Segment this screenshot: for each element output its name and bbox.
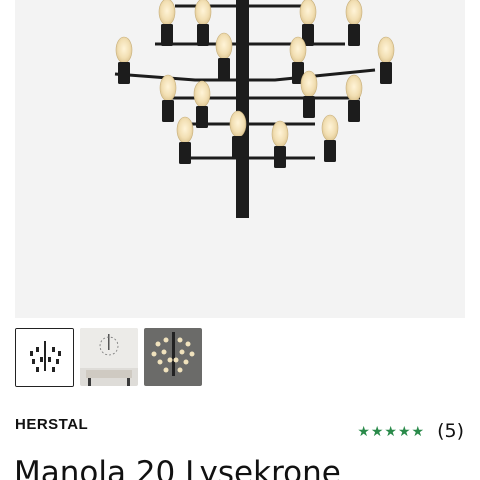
bulb-9 [193, 80, 211, 108]
thumbnail-3[interactable] [144, 328, 202, 386]
bulb-8 [159, 74, 177, 102]
product-rating[interactable]: ★★★★★ (5) [357, 420, 464, 442]
socket-10 [303, 96, 315, 118]
product-brand[interactable]: HERSTAL [15, 416, 88, 433]
socket-14 [274, 146, 286, 168]
bulb-4 [115, 36, 133, 64]
bulb-12 [176, 116, 194, 144]
socket-1 [197, 24, 209, 46]
socket-3 [348, 24, 360, 46]
socket-12 [179, 142, 191, 164]
bulb-6 [289, 36, 307, 64]
bulb-15 [321, 114, 339, 142]
rating-count: (5) [437, 420, 464, 442]
socket-5 [218, 58, 230, 80]
bulb-7 [377, 36, 395, 64]
socket-0 [161, 24, 173, 46]
socket-4 [118, 62, 130, 84]
bulb-1 [194, 0, 212, 26]
product-main-image[interactable] [15, 0, 465, 318]
bulb-10 [300, 70, 318, 98]
socket-11 [348, 100, 360, 122]
thumbnail-1[interactable] [15, 328, 74, 387]
product-title: Manola 20 Lysekrone [14, 455, 341, 480]
bulb-14 [271, 120, 289, 148]
socket-7 [380, 62, 392, 84]
bulb-13 [229, 110, 247, 138]
thumbnail-2[interactable] [80, 328, 138, 386]
bulb-0 [158, 0, 176, 26]
socket-8 [162, 100, 174, 122]
bulb-2 [299, 0, 317, 26]
socket-13 [232, 136, 244, 158]
rating-stars-icon: ★★★★★ [357, 422, 426, 439]
bulb-11 [345, 74, 363, 102]
socket-9 [196, 106, 208, 128]
socket-15 [324, 140, 336, 162]
bulb-3 [345, 0, 363, 26]
bulb-5 [215, 32, 233, 60]
chandelier-image [114, 0, 395, 218]
thumbnail-strip [15, 328, 202, 388]
